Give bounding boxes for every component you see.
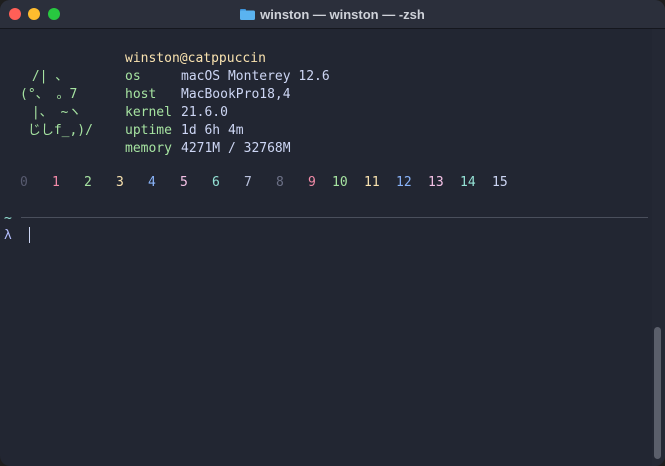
palette-swatch: 9 [308, 175, 316, 190]
cat-art-line: (°、 。7 [20, 87, 78, 102]
fetch-host: catppuccin [187, 51, 266, 66]
fetch-at: @ [179, 51, 188, 66]
text-cursor [29, 227, 30, 243]
palette-swatch: 4 [148, 175, 156, 190]
folder-icon [240, 9, 256, 20]
window-title-group: winston — winston — -zsh [0, 0, 665, 28]
scrollbar-thumb[interactable] [654, 327, 661, 459]
palette-swatch: 2 [84, 175, 92, 190]
fetch-key: uptime [125, 123, 172, 138]
palette-swatch: 15 [492, 175, 508, 190]
fetch-row-kernel: kernel 21.6.0 [125, 104, 228, 122]
palette-swatch: 10 [332, 175, 348, 190]
fetch-key: host [125, 87, 157, 102]
vertical-scrollbar[interactable] [652, 29, 665, 466]
fetch-value: 1d 6h 4m [181, 123, 244, 138]
fetch-user: winston [125, 51, 180, 66]
cat-art-line: |、 ~ヽ [24, 105, 82, 120]
fetch-row-uptime: uptime 1d 6h 4m [125, 122, 244, 140]
fetch-key: os [125, 69, 141, 84]
userhost-line: winston@catppuccin [125, 50, 266, 68]
palette-swatch: 8 [276, 175, 284, 190]
prompt-cwd: ~ [4, 211, 12, 226]
fetch-value: 4271M / 32768M [181, 141, 291, 156]
window-title: winston — winston — -zsh [260, 6, 425, 22]
palette-swatch: 0 [20, 175, 28, 190]
palette-swatch: 12 [396, 175, 412, 190]
palette-swatch: 1 [52, 175, 60, 190]
fetch-key: memory [125, 141, 172, 156]
fetch-key: kernel [125, 105, 172, 120]
cat-art-line: /| 、 [24, 69, 69, 84]
cat-art-line: じしf_,)/ [20, 123, 93, 138]
palette-swatch: 11 [364, 175, 380, 190]
prompt-divider [21, 217, 648, 218]
palette-swatch: 6 [212, 175, 220, 190]
prompt-symbol: λ [4, 228, 12, 243]
palette-swatch: 3 [116, 175, 124, 190]
fetch-value: 21.6.0 [181, 105, 228, 120]
palette-swatch: 13 [428, 175, 444, 190]
title-bar: winston — winston — -zsh [0, 0, 665, 29]
palette-swatch: 7 [244, 175, 252, 190]
terminal-window: winston — winston — -zsh winston@catppuc… [0, 0, 665, 466]
fetch-row-os: os macOS Monterey 12.6 [125, 68, 330, 86]
terminal-content[interactable]: winston@catppuccin os macOS Monterey 12.6… [0, 29, 650, 466]
fetch-row-memory: memory 4271M / 32768M [125, 140, 291, 158]
fetch-row-host: host MacBookPro18,4 [125, 86, 291, 104]
palette-swatch: 14 [460, 175, 476, 190]
fetch-value: MacBookPro18,4 [181, 87, 291, 102]
palette-swatch: 5 [180, 175, 188, 190]
fetch-value: macOS Monterey 12.6 [181, 69, 330, 84]
